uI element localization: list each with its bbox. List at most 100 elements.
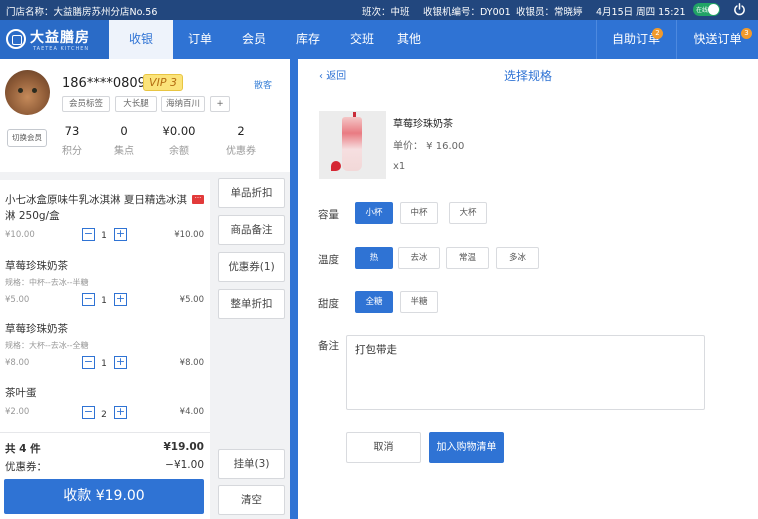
item-total: ¥10.00 — [174, 230, 204, 240]
stat-label: 集点 — [114, 146, 134, 157]
option-temp-hot[interactable]: 热 — [355, 247, 393, 269]
product-image — [319, 111, 386, 179]
hold-order-button[interactable]: 挂单(3) — [218, 449, 285, 479]
stat-value: 73 — [64, 124, 80, 138]
store-name: 门店名称：大益膳房苏州分店No.56 — [6, 7, 158, 18]
guest-link[interactable]: 散客 — [254, 78, 272, 91]
temperature-label: 温度 — [318, 254, 339, 266]
option-sweet-half[interactable]: 半糖 — [400, 291, 438, 313]
item-note-button[interactable]: 商品备注 — [218, 215, 285, 245]
member-tag[interactable]: 大长腿 — [115, 96, 157, 112]
stat-value: ¥0.00 — [162, 124, 196, 138]
logo-subtitle: TAETEA KITCHEN — [33, 46, 90, 52]
tab-inventory[interactable]: 库存 — [281, 20, 335, 59]
pay-button[interactable]: 收款 ¥19.00 — [4, 479, 204, 514]
delivery-order-badge: 3 — [741, 28, 752, 39]
option-temp-noice[interactable]: 去冰 — [398, 247, 440, 269]
stat-value: 2 — [237, 124, 245, 138]
brand-logo: 大益膳房 TAETEA KITCHEN — [0, 20, 109, 59]
item-price: ¥8.00 — [5, 358, 30, 368]
decrease-qty-button[interactable]: − — [82, 406, 95, 419]
list-item[interactable]: 草莓珍珠奶茶 规格：中杯--去冰--半糖 ¥5.00 − 1 + ¥5.00 — [0, 252, 210, 316]
stat-coupons: 2 优惠券 — [216, 124, 266, 157]
option-sweet-full[interactable]: 全糖 — [355, 291, 393, 313]
cart-list: 小七冰盒原味牛乳冰淇淋 夏日精选冰淇淋 250g/盒 ··· ¥10.00 − … — [0, 180, 210, 432]
option-size-medium[interactable]: 中杯 — [400, 202, 438, 224]
decrease-qty-button[interactable]: − — [82, 356, 95, 369]
decrease-qty-button[interactable]: − — [82, 293, 95, 306]
stat-stamps: 0 集点 — [99, 124, 149, 157]
online-toggle[interactable]: 在线 — [693, 3, 720, 16]
note-input[interactable]: 打包带走 — [346, 335, 705, 410]
item-name: 茶叶蛋 — [5, 387, 37, 399]
member-tag[interactable]: 会员标签 — [62, 96, 110, 112]
item-qty: 1 — [101, 231, 107, 241]
item-qty: 1 — [101, 359, 107, 369]
coupon-label: 优惠券： — [5, 461, 47, 473]
datetime: 4月15日 周四 15:21 — [596, 7, 686, 18]
unit-price: 单价： ¥ 16.00 — [393, 141, 465, 152]
item-spec: 规格：中杯--去冰--半糖 — [5, 278, 89, 287]
tab-shift[interactable]: 交班 — [335, 20, 389, 59]
member-tag[interactable]: 海纳百川 — [161, 96, 205, 112]
delivery-order-label: 快送订单 — [693, 32, 742, 46]
spec-panel: ‹ 返回 选择规格 草莓珍珠奶茶 单价： ¥ 16.00 x1 容量 小杯 中杯… — [298, 59, 758, 519]
item-total: ¥4.00 — [179, 407, 204, 417]
left-panel: 186****0809 VIP 3 散客 会员标签 大长腿 海纳百川 + 切换会… — [0, 59, 290, 519]
switch-member-button[interactable]: 切换会员 — [7, 129, 47, 147]
option-size-large[interactable]: 大杯 — [449, 202, 487, 224]
self-order-button[interactable]: 自助订单 2 — [597, 20, 675, 59]
add-to-cart-button[interactable]: 加入购物清单 — [429, 432, 504, 463]
sweetness-label: 甜度 — [318, 298, 339, 310]
member-card: 186****0809 VIP 3 散客 会员标签 大长腿 海纳百川 + 切换会… — [0, 59, 290, 172]
decrease-qty-button[interactable]: − — [82, 228, 95, 241]
list-item[interactable]: 小七冰盒原味牛乳冰淇淋 夏日精选冰淇淋 250g/盒 ··· ¥10.00 − … — [0, 180, 210, 252]
more-icon[interactable]: ··· — [192, 195, 204, 204]
note-label: 备注 — [318, 340, 339, 352]
stat-label: 积分 — [62, 146, 82, 157]
cart-summary: 共 4 件 ¥19.00 优惠券： −¥1.00 收款 ¥19.00 — [0, 432, 210, 519]
increase-qty-button[interactable]: + — [114, 228, 127, 241]
item-price: ¥10.00 — [5, 230, 35, 240]
item-qty: 2 — [101, 410, 107, 420]
increase-qty-button[interactable]: + — [114, 406, 127, 419]
list-item[interactable]: 草莓珍珠奶茶 规格：大杯--去冰--全糖 ¥8.00 − 1 + ¥8.00 — [0, 316, 210, 380]
item-spec: 规格：大杯--去冰--全糖 — [5, 341, 89, 350]
increase-qty-button[interactable]: + — [114, 293, 127, 306]
item-name: 草莓珍珠奶茶 — [5, 323, 68, 335]
tab-members[interactable]: 会员 — [227, 20, 281, 59]
summary-count: 共 4 件 — [5, 443, 41, 455]
order-discount-button[interactable]: 整单折扣 — [218, 289, 285, 319]
tab-cashier[interactable]: 收银 — [109, 20, 173, 59]
product-name: 草莓珍珠奶茶 — [393, 119, 453, 130]
clear-button[interactable]: 清空 — [218, 485, 285, 515]
coupon-button[interactable]: 优惠券(1) — [218, 252, 285, 282]
add-tag-button[interactable]: + — [210, 96, 230, 112]
tab-other[interactable]: 其他 — [389, 20, 429, 59]
stat-label: 优惠券 — [226, 146, 256, 157]
list-item[interactable]: 茶叶蛋 ¥2.00 − 2 + ¥4.00 — [0, 380, 210, 432]
avatar — [5, 70, 50, 115]
member-phone: 186****0809 — [62, 76, 146, 91]
item-total: ¥8.00 — [179, 358, 204, 368]
stat-label: 余额 — [169, 146, 189, 157]
increase-qty-button[interactable]: + — [114, 356, 127, 369]
self-order-badge: 2 — [652, 28, 663, 39]
item-discount-button[interactable]: 单品折扣 — [218, 178, 285, 208]
option-size-small[interactable]: 小杯 — [355, 202, 393, 224]
item-name: 草莓珍珠奶茶 — [5, 260, 68, 272]
stat-value: 0 — [120, 124, 128, 138]
option-temp-room[interactable]: 常温 — [446, 247, 489, 269]
item-qty: 1 — [101, 296, 107, 306]
vip-badge: VIP 3 — [143, 74, 183, 91]
item-price: ¥2.00 — [5, 407, 30, 417]
power-icon[interactable] — [733, 3, 746, 16]
option-temp-moreice[interactable]: 多冰 — [496, 247, 539, 269]
action-buttons: 单品折扣 商品备注 优惠券(1) 整单折扣 挂单(3) 清空 — [210, 172, 290, 519]
logo-text: 大益膳房 — [30, 30, 90, 46]
delivery-order-button[interactable]: 快送订单 3 — [677, 20, 758, 59]
tab-orders[interactable]: 订单 — [173, 20, 227, 59]
cancel-button[interactable]: 取消 — [346, 432, 421, 463]
register-id: 收银机编号：DY001 — [423, 7, 511, 18]
item-total: ¥5.00 — [179, 295, 204, 305]
